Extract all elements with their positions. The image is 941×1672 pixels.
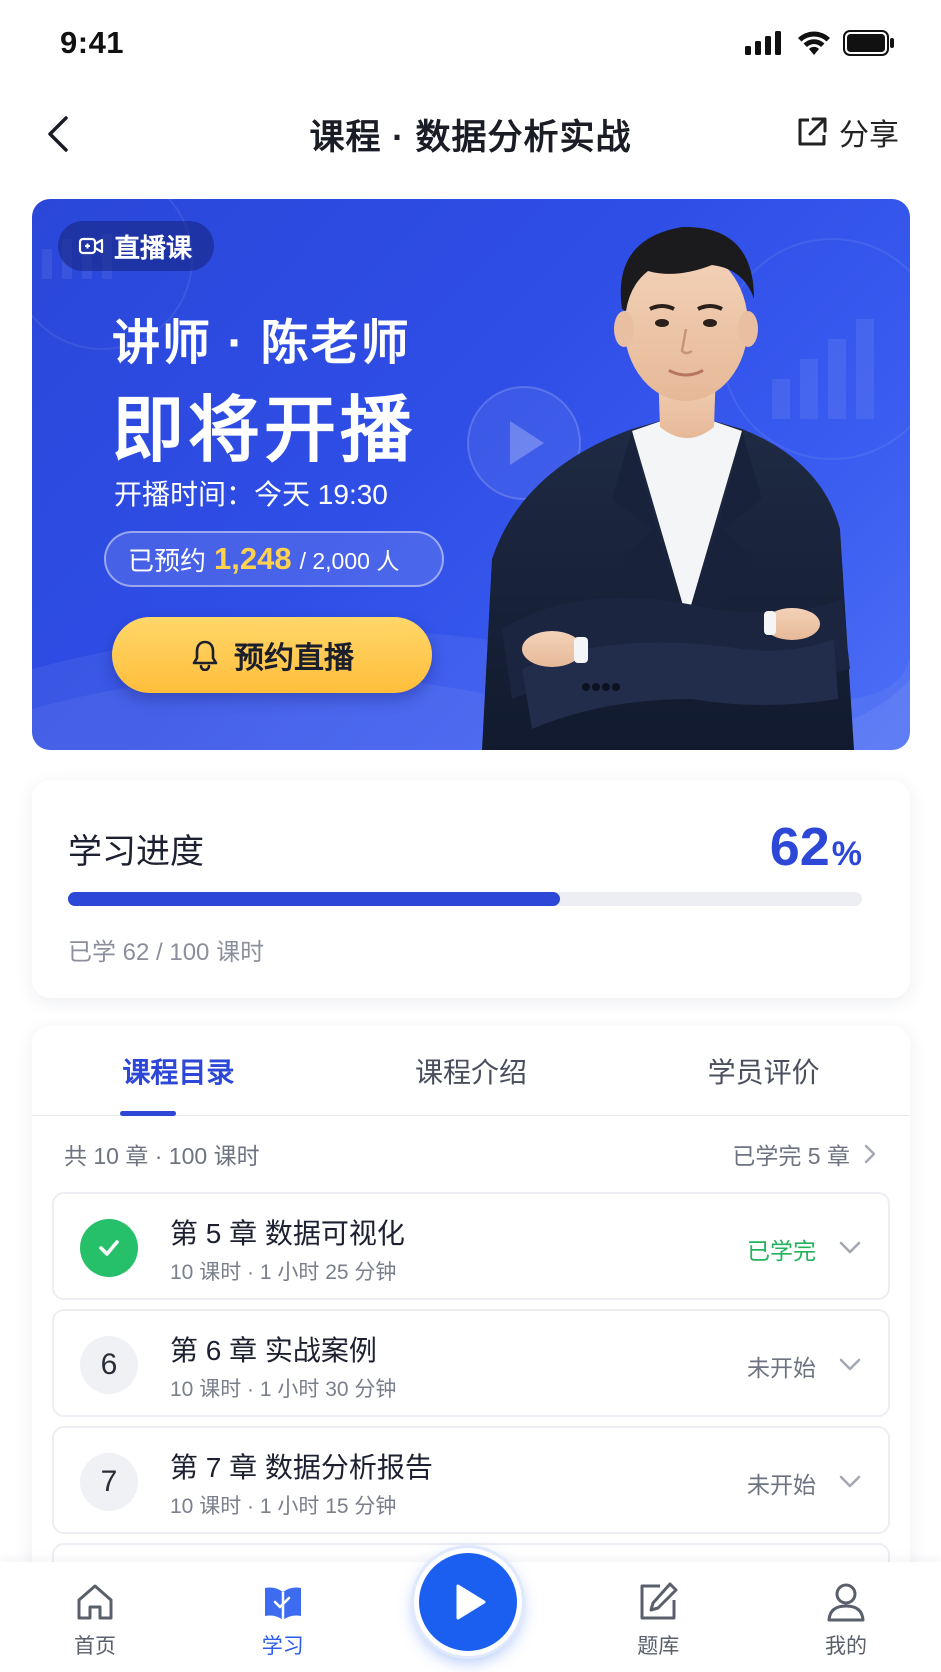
tab-profile-label: 我的 xyxy=(825,1635,867,1658)
tab-reviews[interactable]: 学员评价 xyxy=(617,1026,910,1115)
reserved-count: 1,248 xyxy=(214,541,292,576)
status-icons xyxy=(745,30,895,56)
chevron-left-icon xyxy=(48,116,68,152)
bottom-tab-bar: 首页 学习 题库 我的 xyxy=(0,1548,941,1672)
status-time: 9:41 xyxy=(60,25,125,60)
tab-profile[interactable]: 我的 xyxy=(791,1562,901,1672)
signal-icon xyxy=(745,31,781,55)
tab-catalog[interactable]: 课程目录 xyxy=(32,1026,325,1116)
live-course-tag: 直播课 xyxy=(58,221,215,271)
tab-introduction[interactable]: 课程介绍 xyxy=(325,1026,618,1115)
chapter-number-badge: 6 xyxy=(80,1336,138,1394)
instructor-photo xyxy=(482,226,854,750)
home-icon xyxy=(77,1584,113,1620)
live-banner[interactable]: 直播课 讲师 · 陈老师 即将开播 开播时间：今天 19:30 已预约 1,24… xyxy=(32,199,910,750)
chapter-item[interactable]: 6 第 6 章 实战案例 10 课时 · 1 小时 30 分钟 未开始 xyxy=(52,1309,890,1417)
share-button[interactable]: 分享 xyxy=(795,110,899,154)
tab-reviews-label: 学员评价 xyxy=(707,1056,820,1088)
user-icon xyxy=(827,1583,865,1622)
chevron-down-icon[interactable] xyxy=(836,1234,864,1262)
reserve-live-button[interactable]: 预约直播 xyxy=(112,617,432,693)
chapter-item[interactable]: 7 第 7 章 数据分析报告 10 课时 · 1 小时 15 分钟 未开始 xyxy=(52,1426,890,1534)
catalog-summary: 共 10 章 · 100 课时 已学完 5 章 xyxy=(32,1134,910,1174)
share-label: 分享 xyxy=(839,119,899,152)
wifi-icon xyxy=(798,31,830,55)
catalog-total: 共 10 章 · 100 课时 xyxy=(64,1143,260,1169)
tab-catalog-label: 课程目录 xyxy=(122,1056,235,1088)
reserved-total: / 2,000 人 xyxy=(299,548,400,574)
back-button[interactable] xyxy=(40,114,80,154)
edit-icon xyxy=(640,1582,678,1620)
completed-badge xyxy=(80,1219,138,1277)
progress-bar xyxy=(68,892,862,906)
progress-title: 学习进度 xyxy=(68,833,204,871)
tab-active-indicator xyxy=(120,1111,177,1116)
start-time-label: 开播时间： xyxy=(114,479,255,510)
share-icon xyxy=(798,117,827,146)
chevron-down-icon[interactable] xyxy=(836,1351,864,1379)
reserved-label: 已预约 xyxy=(128,545,207,576)
chapter-title: 第 7 章 数据分析报告 xyxy=(170,1452,433,1483)
progress-percent-unit: % xyxy=(831,835,862,873)
tab-home-label: 首页 xyxy=(74,1635,116,1658)
start-time: 开播时间：今天 19:30 xyxy=(114,473,388,513)
check-icon xyxy=(99,1240,119,1256)
tag-label: 直播课 xyxy=(114,232,193,263)
play-icon xyxy=(456,1584,486,1620)
instructor-name: 讲师 · 陈老师 xyxy=(112,317,411,370)
completed-chapters-label: 已学完 5 章 xyxy=(732,1143,850,1169)
chevron-right-icon xyxy=(864,1144,876,1164)
battery-icon xyxy=(843,30,894,56)
tab-introduction-label: 课程介绍 xyxy=(415,1056,528,1088)
chapter-status: 未开始 xyxy=(747,1472,816,1498)
chapter-title: 第 5 章 数据可视化 xyxy=(170,1218,405,1249)
course-tabs: 课程目录 课程介绍 学员评价 xyxy=(32,1026,910,1116)
progress-percent-value: 62 xyxy=(769,817,830,877)
chapter-number-badge: 7 xyxy=(80,1453,138,1511)
status-bar: 9:41 xyxy=(0,0,941,86)
chapter-meta: 10 课时 · 1 小时 25 分钟 xyxy=(170,1261,397,1284)
banner-headline: 即将开播 xyxy=(112,391,417,471)
video-camera-icon xyxy=(78,237,104,255)
chapter-item[interactable]: 第 5 章 数据可视化 10 课时 · 1 小时 25 分钟 已学完 xyxy=(52,1192,890,1300)
play-button[interactable] xyxy=(414,1548,522,1656)
chapter-meta: 10 课时 · 1 小时 30 分钟 xyxy=(170,1378,397,1401)
tab-question-bank-label: 题库 xyxy=(637,1635,680,1658)
bell-icon xyxy=(192,640,218,671)
chapter-status: 未开始 xyxy=(747,1355,816,1381)
tab-study[interactable]: 学习 xyxy=(228,1562,338,1672)
progress-percent: 62% xyxy=(770,816,862,878)
chapter-status: 已学完 xyxy=(747,1238,816,1264)
chevron-down-icon[interactable] xyxy=(836,1468,864,1496)
nav-bar: 课程 · 数据分析实战 分享 xyxy=(0,96,941,172)
reservation-count: 已预约 1,248 / 2,000 人 xyxy=(104,531,444,587)
progress-card: 学习进度 62% 已学 62 / 100 课时 xyxy=(32,780,910,998)
progress-bar-fill xyxy=(68,892,561,906)
chapter-meta: 10 课时 · 1 小时 15 分钟 xyxy=(170,1495,397,1518)
completed-chapters-link[interactable]: 已学完 5 章 xyxy=(732,1137,878,1171)
page-title: 课程 · 数据分析实战 xyxy=(309,117,632,157)
reserve-live-label: 预约直播 xyxy=(234,642,354,675)
chapter-title: 第 6 章 实战案例 xyxy=(170,1335,377,1366)
start-time-value: 今天 19:30 xyxy=(254,479,388,510)
tab-study-label: 学习 xyxy=(261,1635,304,1658)
tab-question-bank[interactable]: 题库 xyxy=(603,1562,713,1672)
book-icon xyxy=(264,1587,301,1620)
tab-home[interactable]: 首页 xyxy=(40,1562,150,1672)
progress-note: 已学 62 / 100 课时 xyxy=(68,939,265,966)
